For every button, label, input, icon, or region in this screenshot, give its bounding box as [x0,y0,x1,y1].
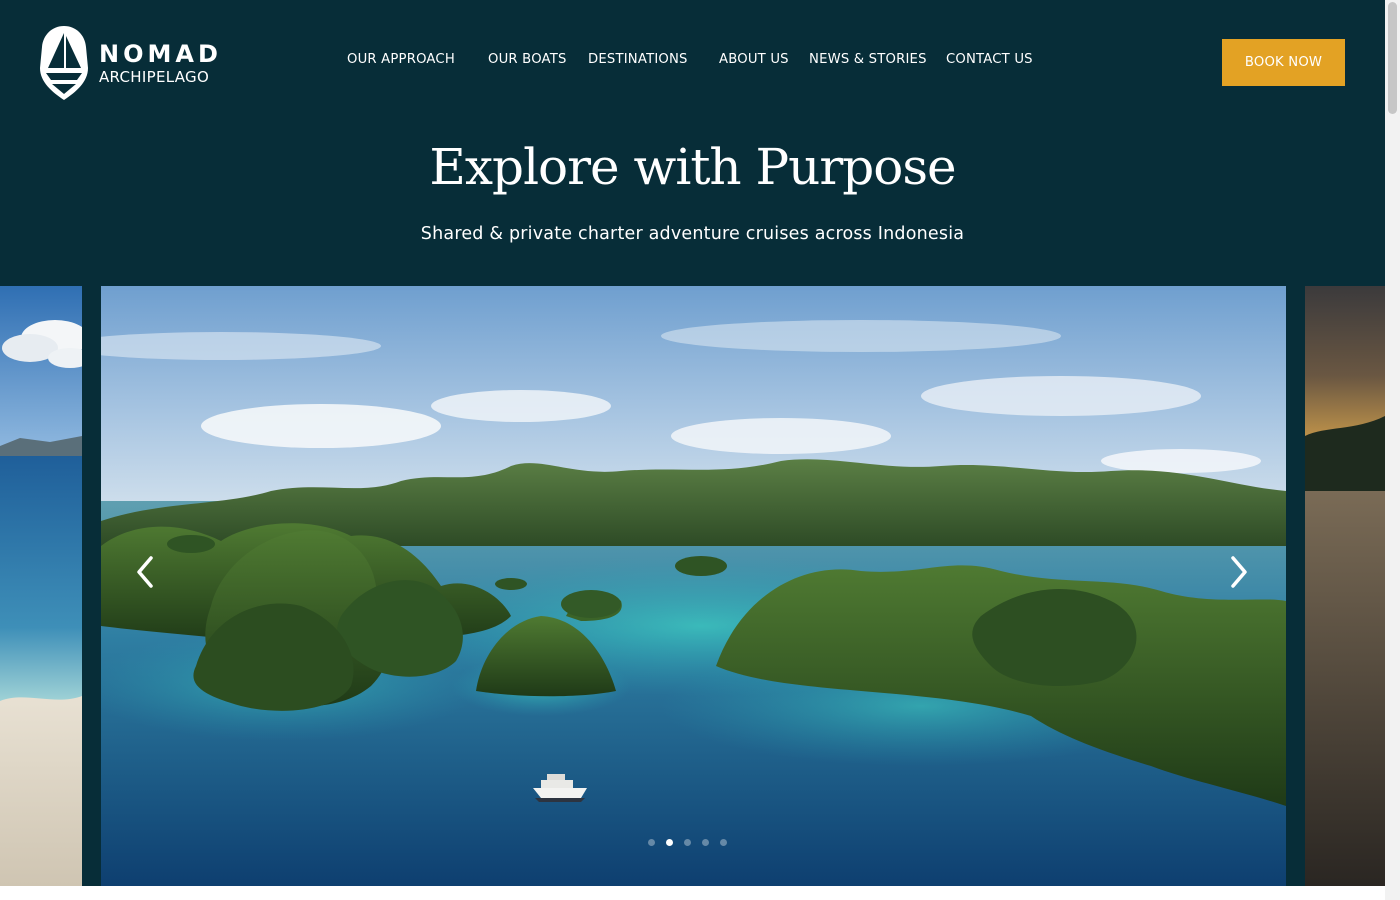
carousel-dot-1[interactable] [648,839,655,846]
carousel-next-button[interactable] [1222,552,1256,592]
page: NOMAD ARCHIPELAGO OUR APPROACH OUR BOATS… [0,0,1385,900]
carousel-dot-4[interactable] [702,839,709,846]
chevron-left-icon [137,556,153,588]
page-scrollbar[interactable] [1385,0,1400,900]
chevron-right-icon [1231,556,1247,588]
islands-aerial-photo [101,286,1286,886]
carousel-slide-next[interactable] [1305,286,1385,886]
hero-title: Explore with Purpose [429,138,956,196]
nav-item-our-approach[interactable]: OUR APPROACH [347,52,455,67]
beach-photo [0,286,82,886]
scrollbar-thumb[interactable] [1388,2,1397,114]
nav-item-about-us[interactable]: ABOUT US [719,52,789,67]
carousel-slide-previous[interactable] [0,286,82,886]
nav-item-our-boats[interactable]: OUR BOATS [488,52,567,67]
carousel-pagination [648,839,727,846]
carousel-slide-active[interactable] [101,286,1286,886]
hero-subtitle: Shared & private charter adventure cruis… [420,224,965,244]
carousel-dot-5[interactable] [720,839,727,846]
carousel-dot-2[interactable] [666,839,673,846]
carousel-dot-3[interactable] [684,839,691,846]
nav-item-contact-us[interactable]: CONTACT US [946,52,1033,67]
brand-logo[interactable]: NOMAD ARCHIPELAGO [38,24,222,102]
nav-item-destinations[interactable]: DESTINATIONS [588,52,688,67]
sailboat-shield-icon [40,26,88,100]
carousel-prev-button[interactable] [128,552,162,592]
book-now-button[interactable]: BOOK NOW [1222,39,1345,86]
nav-item-news-stories[interactable]: NEWS & STORIES [809,52,927,67]
brand-name-line1: NOMAD [99,39,222,68]
sunset-photo [1305,286,1385,886]
brand-name-line2: ARCHIPELAGO [99,67,210,86]
